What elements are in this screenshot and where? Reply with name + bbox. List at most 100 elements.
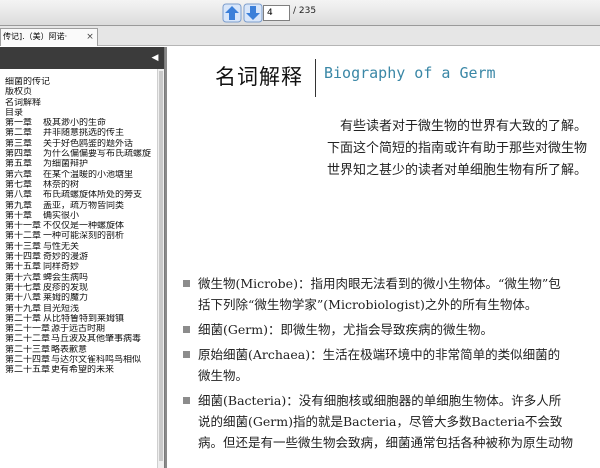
intro-line: 下面这个简短的指南或许有助于那些对微生物	[326, 141, 587, 156]
bookmark-item[interactable]: 第九章 盖亚，疏万物皆同类	[0, 201, 157, 211]
bookmark-item[interactable]: 版权页	[0, 87, 157, 97]
bookmark-item[interactable]: 目录	[0, 108, 157, 118]
bookmark-label: 布氏疏螺旋体所处的旁支	[43, 190, 143, 201]
bookmark-item[interactable]: 第十一章 不仅仅是一种螺旋体	[0, 221, 157, 231]
bookmarks-panel-header: ◀	[0, 47, 164, 69]
bookmark-item[interactable]: 第二十一章源于远古时期	[0, 324, 157, 334]
bullet-icon	[183, 326, 190, 333]
bookmark-chapter-number: 第九章	[5, 200, 33, 211]
title-divider	[315, 59, 316, 97]
bookmark-chapter-number: 第七章	[5, 179, 33, 190]
bookmark-chapter-number: 第二十四章	[5, 355, 51, 366]
bookmark-item[interactable]: 第十三章 与性无关	[0, 242, 157, 252]
bookmark-item[interactable]: 第七章 林奈的树	[0, 180, 157, 190]
bookmark-label: 在某个温暖的小池塘里	[43, 169, 134, 180]
definition-line: 原始细菌(Archaea)：生活在极端环境中的非常简单的类似细菌的	[198, 347, 561, 362]
intro-line: 世界知之甚少的读者对单细胞生物有所了解。	[326, 163, 587, 178]
bookmark-label: 与性无关	[43, 241, 80, 252]
bookmark-label: 马丘波及其他肇事病毒	[51, 334, 142, 345]
bookmark-item[interactable]: 第五章 为细菌辩护	[0, 159, 157, 169]
bookmark-chapter-number: 第十六章	[5, 272, 42, 283]
bookmark-item[interactable]: 第二十三章略表歉意	[0, 345, 157, 355]
definition-line: 细菌(Bacteria)：没有细胞核或细胞器的单细胞生物体。许多人所	[198, 393, 562, 408]
definitions-list: 微生物(Microbe)：指用肉眼无法看到的微小生物体。“微生物”包 括下列除“微…	[183, 273, 598, 457]
collapse-panel-icon[interactable]: ◀	[150, 53, 160, 63]
bookmark-chapter-number: 第十二章	[5, 231, 42, 242]
definition-line: 细菌(Germ)：即微生物，尤指会导致疾病的微生物。	[198, 322, 493, 337]
bookmark-chapter-number: 第十一章	[5, 221, 42, 232]
bookmark-item[interactable]: 第一章 极其渺小的生命	[0, 118, 157, 128]
bookmark-chapter-number: 第二十一章	[5, 324, 51, 335]
document-tab[interactable]: 传记].（美）阿诺· ×	[0, 28, 98, 46]
definition-line: 说的细菌(Germ)指的就是Bacteria，尽管大多数Bacteria不会致	[198, 414, 563, 429]
bookmark-label: 目录	[5, 107, 24, 118]
definition-item: 微生物(Microbe)：指用肉眼无法看到的微小生物体。“微生物”包 括下列除“微…	[183, 273, 598, 315]
definition-item: 原始细菌(Archaea)：生活在极端环境中的非常简单的类似细菌的 微生物。	[183, 344, 598, 386]
bookmark-label: 莱姆的魔力	[43, 293, 89, 304]
page-number-input[interactable]	[263, 5, 290, 21]
bookmark-item[interactable]: 第二章 并非随意挑选的传主	[0, 128, 157, 138]
bookmark-label: 一种可能深刻的剖析	[43, 231, 125, 242]
bookmark-item[interactable]: 第十八章 莱姆的魔力	[0, 293, 157, 303]
bookmark-label: 为什么偏偏要写布氏疏螺旋	[43, 149, 152, 160]
bookmark-label: 名词解释	[5, 97, 42, 108]
bookmark-item[interactable]: 第二十五章更有希望的未来	[0, 365, 157, 375]
bookmark-item[interactable]: 第二十二章马丘波及其他肇事病毒	[0, 334, 157, 344]
bookmark-item[interactable]: 第十二章 一种可能深刻的剖析	[0, 231, 157, 241]
definition-line: 病。但还是有一些微生物会致病，细菌通常包括各种被称为原生动物	[198, 435, 574, 450]
bookmark-item[interactable]: 第二十四章与达尔文雀科鸣鸟相似	[0, 355, 157, 365]
bookmark-label: 确实很小	[43, 210, 80, 221]
bookmark-item[interactable]: 第十七章 皮疹的发现	[0, 283, 157, 293]
bookmark-chapter-number: 第二十三章	[5, 344, 51, 355]
bookmark-label: 同样奇妙	[43, 262, 80, 273]
bookmark-chapter-number: 第十三章	[5, 241, 42, 252]
bookmark-label: 目光短浅	[43, 303, 80, 314]
previous-page-button[interactable]	[222, 3, 242, 23]
bookmark-chapter-number: 第一章	[5, 118, 33, 129]
bookmark-item[interactable]: 第十四章 奇妙的漫游	[0, 252, 157, 262]
bookmark-item[interactable]: 第十五章 同样奇妙	[0, 262, 157, 272]
bookmark-label: 版权页	[5, 87, 33, 98]
page-total-label: / 235	[293, 6, 317, 16]
bookmark-item[interactable]: 第十九章 目光短浅	[0, 304, 157, 314]
bookmarks-panel: ◀ 细菌的传记 版权页 名词解释 目录 第一章 极其渺小的生命 第二章 并非随意挑选的传主 第三…	[0, 47, 165, 468]
bookmark-label: 细菌的传记	[5, 77, 51, 87]
bookmark-item[interactable]: 第六章 在某个温暖的小池塘里	[0, 170, 157, 180]
bookmark-chapter-number: 第十章	[5, 210, 33, 221]
bookmarks-scrollbar-thumb[interactable]	[159, 71, 163, 461]
tab-strip: 传记].（美）阿诺· ×	[0, 26, 600, 46]
definition-line: 微生物(Microbe)：指用肉眼无法看到的微小生物体。“微生物”包	[198, 276, 561, 291]
bookmark-item[interactable]: 细菌的传记	[0, 77, 157, 87]
next-page-button[interactable]	[243, 3, 263, 23]
bookmark-item[interactable]: 名词解释	[0, 98, 157, 108]
bookmark-item[interactable]: 第二十章 从比特鲁特到莱姆镇	[0, 314, 157, 324]
toolbar: / 235	[0, 0, 600, 26]
bookmark-item[interactable]: 第三章 关于好色鸥鉴的题外话	[0, 139, 157, 149]
close-tab-icon[interactable]: ×	[85, 29, 95, 45]
definition-line: 括下列除“微生物学家”(Microbiologist)之外的所有生物体。	[198, 297, 538, 312]
bookmark-label: 源于远古时期	[51, 324, 106, 335]
bookmarks-scrollbar[interactable]	[157, 69, 164, 468]
bookmark-chapter-number: 第十七章	[5, 282, 42, 293]
bookmark-label: 林奈的树	[43, 179, 80, 190]
definition-item: 细菌(Bacteria)：没有细胞核或细胞器的单细胞生物体。许多人所 说的细菌(G…	[183, 390, 598, 453]
bookmark-item[interactable]: 第十六章 蜱会生病吗	[0, 273, 157, 283]
bookmark-label: 与达尔文雀科鸣鸟相似	[51, 355, 142, 366]
bookmark-label: 蜱会生病吗	[43, 272, 89, 283]
bookmark-label: 不仅仅是一种螺旋体	[43, 221, 125, 232]
bookmark-label: 为细菌辩护	[43, 159, 89, 170]
bookmark-item[interactable]: 第八章 布氏疏螺旋体所处的旁支	[0, 190, 157, 200]
page-title-chinese: 名词解释	[215, 65, 303, 89]
bookmark-list: 细菌的传记 版权页 名词解释 目录 第一章 极其渺小的生命 第二章 并非随意挑选的传主 第三章关…	[0, 77, 157, 468]
bullet-icon	[183, 397, 190, 404]
bookmark-item[interactable]: 第四章 为什么偏偏要写布氏疏螺旋	[0, 149, 157, 159]
bookmark-label: 盖亚，疏万物皆同类	[43, 200, 125, 211]
bookmark-chapter-number: 第十四章	[5, 252, 42, 263]
bookmark-label: 关于好色鸥鉴的题外话	[43, 138, 134, 149]
bookmark-label: 奇妙的漫游	[43, 252, 89, 263]
bookmark-label: 略表歉意	[51, 344, 88, 355]
bookmark-item[interactable]: 第十章 确实很小	[0, 211, 157, 221]
document-page: 名词解释 Biography of a Germ 有些读者对于微生物的世界有大致…	[167, 47, 600, 468]
bookmark-chapter-number: 第十五章	[5, 262, 42, 273]
intro-line: 有些读者对于微生物的世界有大致的了解。	[339, 119, 587, 134]
